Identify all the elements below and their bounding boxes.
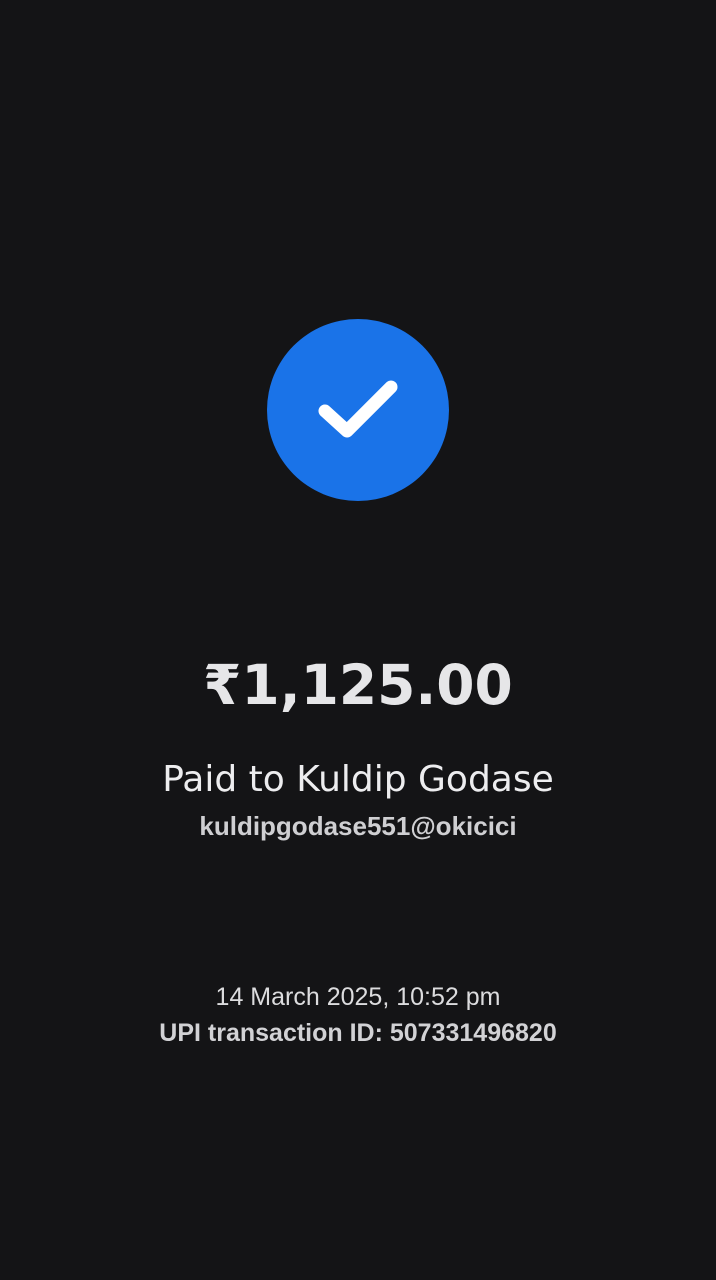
- transaction-datetime: 14 March 2025, 10:52 pm: [215, 983, 501, 1011]
- checkmark-icon: [318, 380, 398, 438]
- payment-success-screen: ₹1,125.00 Paid to Kuldip Godase kuldipgo…: [0, 0, 716, 1280]
- payment-amount: ₹1,125.00: [203, 653, 513, 717]
- payee-name: Paid to Kuldip Godase: [162, 759, 554, 800]
- transaction-id: UPI transaction ID: 507331496820: [159, 1019, 557, 1047]
- payee-upi-id: kuldipgodase551@okicici: [199, 811, 517, 841]
- success-check-badge: [267, 319, 449, 501]
